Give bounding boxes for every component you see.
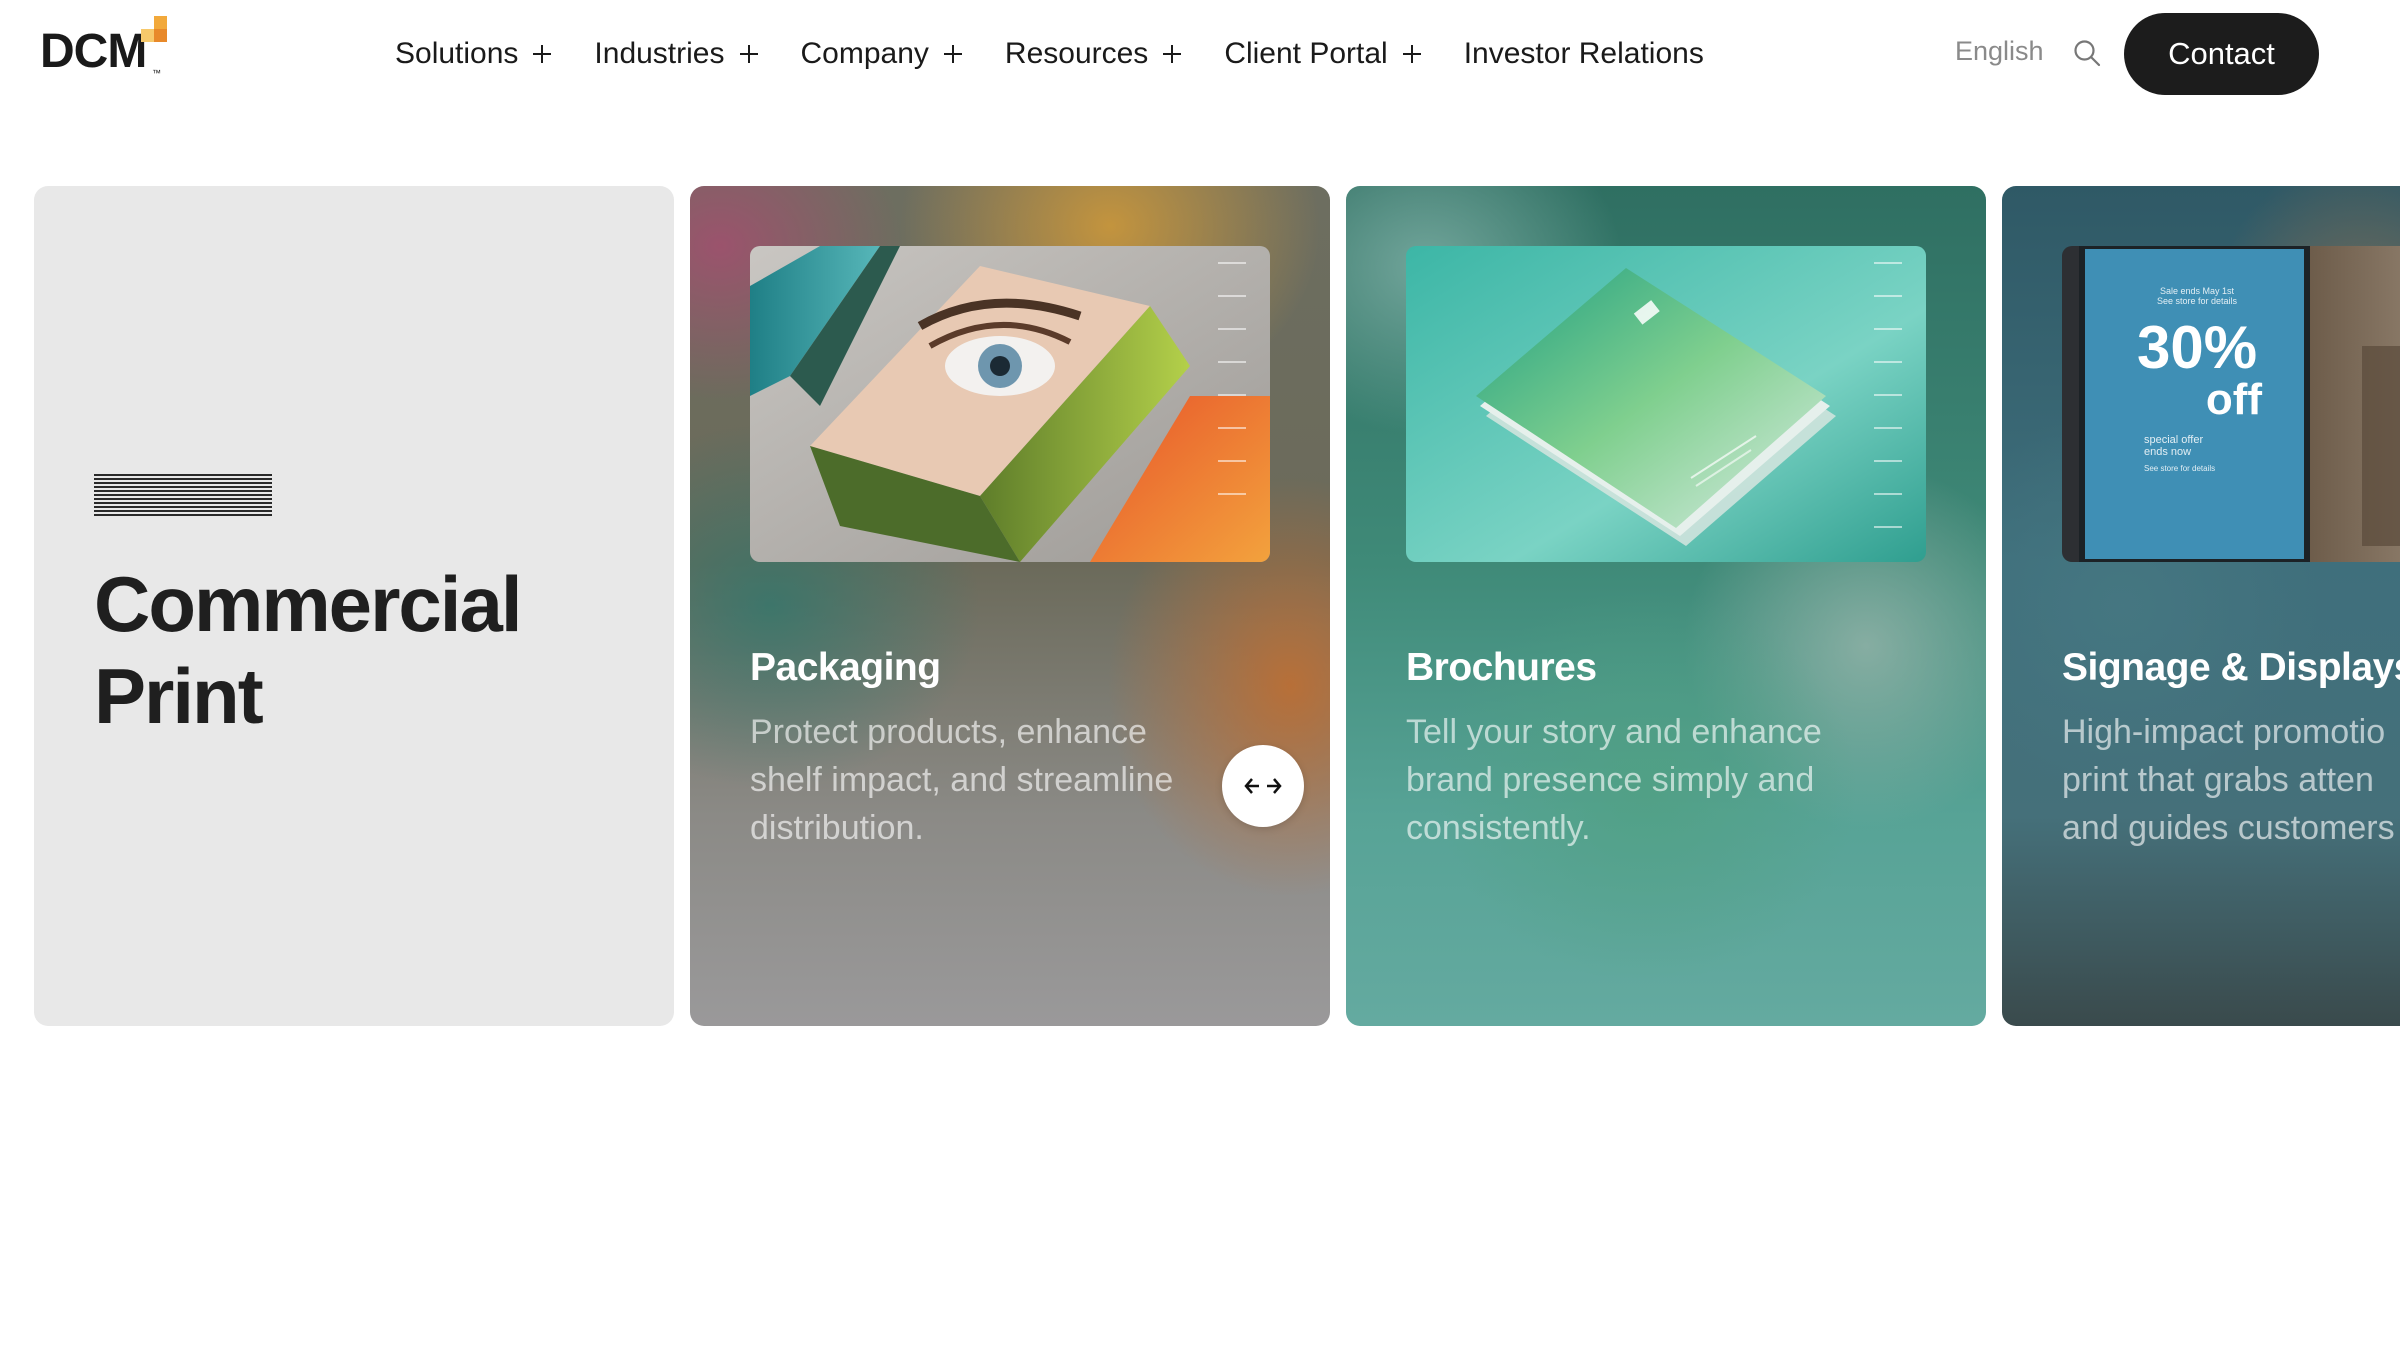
sign-small-line: special offer [2144, 434, 2204, 446]
card-description-line: and guides customers [2062, 809, 2395, 847]
logo-accent-square [141, 29, 154, 42]
carousel-drag-handle[interactable] [1222, 745, 1304, 827]
drag-arrows-icon [1244, 778, 1282, 794]
signage-image: Sale ends May 1st See store for details … [2062, 246, 2400, 562]
plus-icon [943, 44, 963, 64]
solutions-carousel[interactable]: Commercial Print Packaging Protect produ… [34, 186, 2400, 1026]
sign-small-line: ends now [2144, 446, 2192, 458]
language-selector[interactable]: English [1955, 36, 2044, 67]
card-title: Packaging [750, 646, 941, 689]
plus-icon [532, 44, 552, 64]
nav-item-company[interactable]: Company [801, 37, 963, 71]
section-title: Commercial Print [94, 560, 523, 740]
card-description-line: High-impact promotio [2062, 713, 2386, 751]
nav-item-investor-relations[interactable]: Investor Relations [1464, 37, 1704, 71]
nav-item-resources[interactable]: Resources [1005, 37, 1182, 71]
card-description: High-impact promotio print that grabs at… [2062, 708, 2400, 852]
sign-small-line: See store for details [2144, 464, 2216, 473]
packaging-image [750, 246, 1270, 562]
sign-small-line: Sale ends May 1st [2159, 286, 2235, 296]
card-title: Signage & Displays [2062, 646, 2400, 689]
image-tick-marks [1874, 262, 1902, 559]
logo-accent-square [154, 29, 167, 42]
brochures-image [1406, 246, 1926, 562]
site-header: DCM ™ Solutions Industries Company Resou… [0, 0, 2400, 110]
lines-graphic [94, 474, 272, 518]
logo-accent-square [154, 16, 167, 29]
logo-trademark: ™ [152, 68, 161, 78]
nav-label: Investor Relations [1463, 37, 1704, 70]
nav-label: Company [800, 37, 929, 70]
card-description: Protect products, enhance shelf impact, … [750, 713, 1174, 847]
nav-label: Client Portal [1224, 37, 1388, 70]
nav-label: Resources [1004, 37, 1149, 70]
main-nav: Solutions Industries Company Resources C… [395, 28, 1746, 80]
nav-label: Solutions [395, 37, 519, 70]
card-packaging[interactable]: Packaging Protect products, enhance shel… [690, 186, 1330, 1026]
card-description-line: print that grabs atten [2062, 761, 2374, 799]
sign-text-block: Sale ends May 1st See store for details … [2122, 286, 2272, 473]
card-brochures[interactable]: Brochures Tell your story and enhance br… [1346, 186, 1986, 1026]
logo-text: DCM [40, 25, 147, 78]
nav-label: Industries [594, 37, 725, 70]
plus-icon [739, 44, 759, 64]
dcm-logo[interactable]: DCM ™ [40, 16, 175, 78]
nav-item-client-portal[interactable]: Client Portal [1224, 37, 1421, 71]
contact-button[interactable]: Contact [2124, 13, 2319, 95]
sign-small-line: See store for details [2156, 296, 2238, 306]
card-signage-displays[interactable]: Sale ends May 1st See store for details … [2002, 186, 2400, 1026]
plus-icon [1162, 44, 1182, 64]
packaging-photo [750, 246, 1270, 562]
card-description: Tell your story and enhance brand presen… [1406, 713, 1822, 847]
nav-item-industries[interactable]: Industries [594, 37, 758, 71]
brochures-photo [1406, 246, 1926, 562]
intro-card: Commercial Print [34, 186, 674, 1026]
nav-item-solutions[interactable]: Solutions [395, 37, 552, 71]
sign-headline: 30% [2136, 314, 2258, 381]
image-tick-marks [1218, 262, 1246, 526]
sign-subheadline: off [2205, 375, 2262, 424]
card-title: Brochures [1406, 646, 1597, 689]
search-icon[interactable] [2072, 38, 2102, 68]
plus-icon [1402, 44, 1422, 64]
